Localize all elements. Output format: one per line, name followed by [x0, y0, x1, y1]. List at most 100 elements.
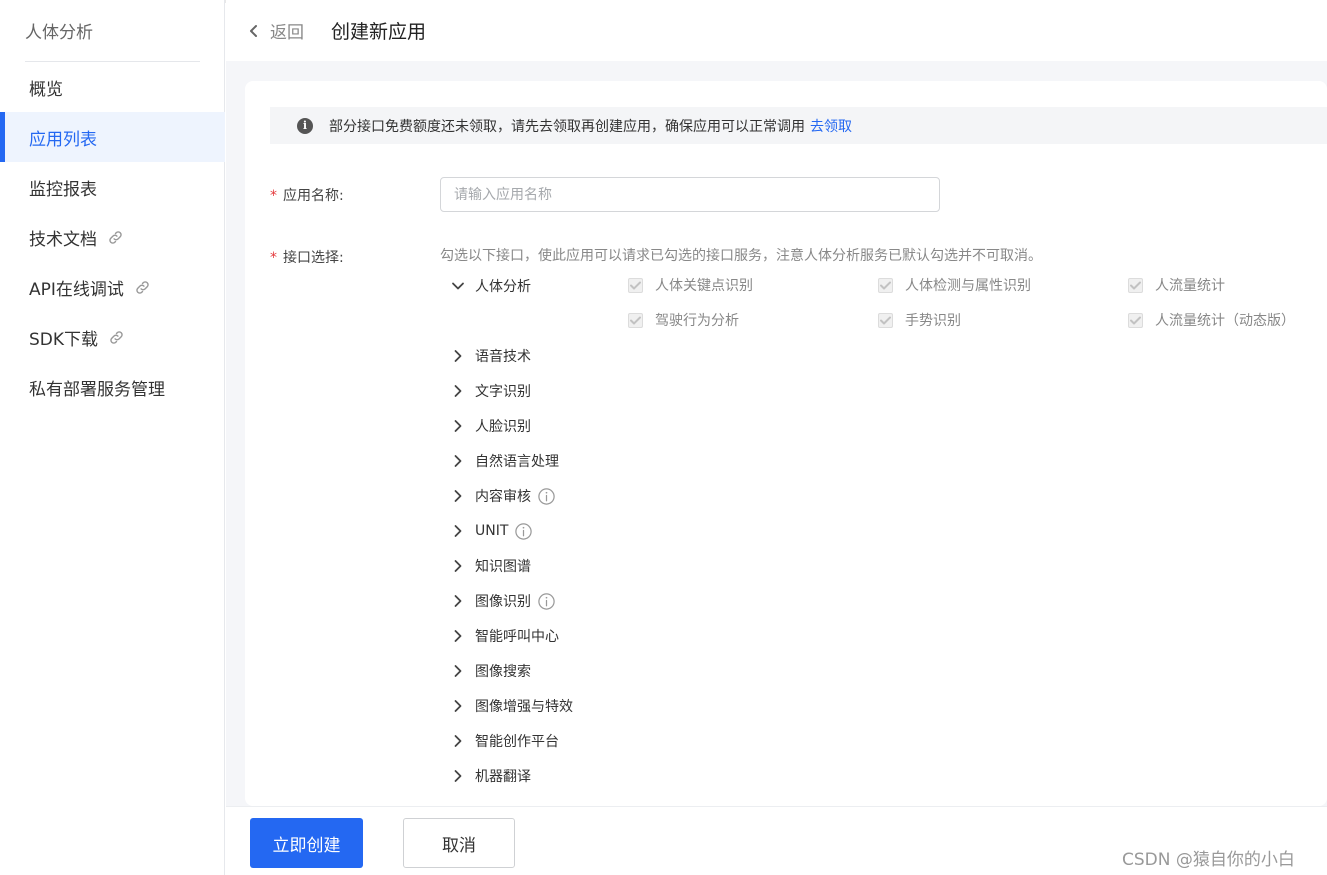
info-outline-icon[interactable]: [537, 487, 556, 506]
tree-group-label: 文字识别: [475, 384, 531, 400]
chevron-right-icon: [450, 523, 466, 539]
api-checkbox[interactable]: 人体检测与属性识别: [878, 275, 1031, 295]
sidebar-item-label: 私有部署服务管理: [29, 379, 165, 400]
api-select-hint: 勾选以下接口，使此应用可以请求已勾选的接口服务，注意人体分析服务已默认勾选并不可…: [440, 248, 1042, 264]
checkbox-checked-disabled: [1128, 312, 1143, 328]
checkbox-checked-disabled: [628, 312, 643, 328]
checkbox-label: 人流量统计（动态版）: [1155, 313, 1295, 329]
sidebar: 人体分析 概览 应用列表 监控报表 技术文档 API在线调试 SDK下载 私有部…: [0, 0, 225, 875]
chevron-right-icon: [450, 558, 466, 574]
chevron-right-icon: [450, 383, 466, 399]
tree-group-label: 知识图谱: [475, 559, 531, 575]
chevron-down-icon: [450, 278, 466, 294]
tree-group-label: 语音技术: [475, 349, 531, 365]
api-checkbox[interactable]: 人体关键点识别: [628, 275, 753, 295]
external-link-icon: [108, 329, 125, 346]
tree-group-label: 图像增强与特效: [475, 699, 573, 715]
chevron-right-icon: [450, 628, 466, 644]
api-checkbox[interactable]: 手势识别: [878, 310, 961, 330]
sidebar-item-monitor-report[interactable]: 监控报表: [0, 162, 225, 212]
watermark: CSDN @猿自你的小白: [1122, 850, 1295, 870]
api-checkbox[interactable]: 人流量统计（动态版）: [1128, 310, 1295, 330]
checkbox-checked-disabled: [878, 312, 893, 328]
tree-group-label: UNIT: [475, 523, 509, 539]
page-header: 返回 创建新应用: [226, 0, 1327, 61]
tree-group-unit[interactable]: UNIT: [450, 520, 533, 542]
tree-group-image-recognition[interactable]: 图像识别: [450, 590, 556, 612]
tree-group-body-analysis[interactable]: 人体分析: [450, 275, 531, 297]
checkbox-checked-disabled: [878, 277, 893, 293]
tree-group-call-center[interactable]: 智能呼叫中心: [450, 625, 559, 647]
back-button[interactable]: 返回: [248, 18, 304, 43]
tree-group-creation-platform[interactable]: 智能创作平台: [450, 730, 559, 752]
sidebar-item-api-debug[interactable]: API在线调试: [0, 262, 225, 312]
sidebar-item-overview[interactable]: 概览: [0, 62, 225, 112]
checkbox-label: 手势识别: [905, 313, 961, 329]
tree-group-label: 智能呼叫中心: [475, 629, 559, 645]
chevron-right-icon: [450, 698, 466, 714]
sidebar-item-label: API在线调试: [29, 279, 124, 300]
tree-group-label: 智能创作平台: [475, 734, 559, 750]
tree-group-label: 机器翻译: [475, 769, 531, 785]
sidebar-item-app-list[interactable]: 应用列表: [0, 112, 225, 162]
tree-group-knowledge-graph[interactable]: 知识图谱: [450, 555, 531, 577]
app-name-input[interactable]: [440, 177, 940, 212]
sidebar-title: 人体分析: [25, 23, 93, 43]
app-name-label: * 应用名称:: [270, 185, 344, 205]
cancel-button[interactable]: 取消: [403, 818, 515, 868]
tree-group-speech[interactable]: 语音技术: [450, 345, 531, 367]
checkbox-label: 驾驶行为分析: [655, 313, 739, 329]
sidebar-item-tech-docs[interactable]: 技术文档: [0, 212, 225, 262]
page-title: 创建新应用: [331, 21, 427, 43]
tree-group-machine-translation[interactable]: 机器翻译: [450, 765, 531, 787]
api-select-label: * 接口选择:: [270, 247, 344, 267]
tree-group-label: 人脸识别: [475, 419, 531, 435]
api-select-label-text: 接口选择:: [283, 250, 344, 266]
sidebar-item-label: 监控报表: [29, 179, 97, 200]
tree-group-face[interactable]: 人脸识别: [450, 415, 531, 437]
chevron-right-icon: [450, 593, 466, 609]
sidebar-item-private-deploy[interactable]: 私有部署服务管理: [0, 362, 225, 412]
tree-group-label: 图像搜索: [475, 664, 531, 680]
api-checkbox[interactable]: 驾驶行为分析: [628, 310, 739, 330]
chevron-right-icon: [450, 348, 466, 364]
chevron-right-icon: [450, 768, 466, 784]
chevron-right-icon: [450, 488, 466, 504]
api-checkbox[interactable]: 人流量统计: [1128, 275, 1225, 295]
notice-text: 部分接口免费额度还未领取，请先去领取再创建应用，确保应用可以正常调用: [329, 118, 805, 135]
sidebar-item-label: 概览: [29, 79, 63, 100]
info-outline-icon[interactable]: [514, 522, 533, 541]
info-outline-icon[interactable]: [537, 592, 556, 611]
tree-group-content-review[interactable]: 内容审核: [450, 485, 556, 507]
chevron-left-icon: [250, 24, 257, 37]
chevron-right-icon: [450, 663, 466, 679]
tree-group-label: 人体分析: [475, 279, 531, 295]
chevron-right-icon: [450, 418, 466, 434]
chevron-right-icon: [450, 733, 466, 749]
required-mark: *: [270, 188, 277, 204]
create-button[interactable]: 立即创建: [250, 818, 363, 868]
tree-group-ocr[interactable]: 文字识别: [450, 380, 531, 402]
back-label: 返回: [270, 23, 304, 43]
tree-group-image-enhance[interactable]: 图像增强与特效: [450, 695, 573, 717]
notice-banner: i 部分接口免费额度还未领取，请先去领取再创建应用，确保应用可以正常调用 去领取: [270, 107, 1327, 144]
tree-group-image-search[interactable]: 图像搜索: [450, 660, 531, 682]
app-name-label-text: 应用名称:: [283, 188, 344, 204]
sidebar-item-label: SDK下载: [29, 329, 99, 350]
sidebar-item-sdk-download[interactable]: SDK下载: [0, 312, 225, 362]
chevron-right-icon: [450, 453, 466, 469]
tree-group-label: 图像识别: [475, 594, 531, 610]
checkbox-label: 人流量统计: [1155, 278, 1225, 294]
tree-group-nlp[interactable]: 自然语言处理: [450, 450, 559, 472]
checkbox-checked-disabled: [1128, 277, 1143, 293]
info-icon: i: [297, 117, 313, 134]
sidebar-item-label: 应用列表: [29, 129, 97, 150]
checkbox-checked-disabled: [628, 277, 643, 293]
external-link-icon: [134, 279, 151, 296]
tree-group-label: 自然语言处理: [475, 454, 559, 470]
required-mark: *: [270, 250, 277, 266]
tree-group-label: 内容审核: [475, 489, 531, 505]
checkbox-label: 人体关键点识别: [655, 278, 753, 294]
claim-link[interactable]: 去领取: [810, 116, 852, 136]
checkbox-label: 人体检测与属性识别: [905, 278, 1031, 294]
